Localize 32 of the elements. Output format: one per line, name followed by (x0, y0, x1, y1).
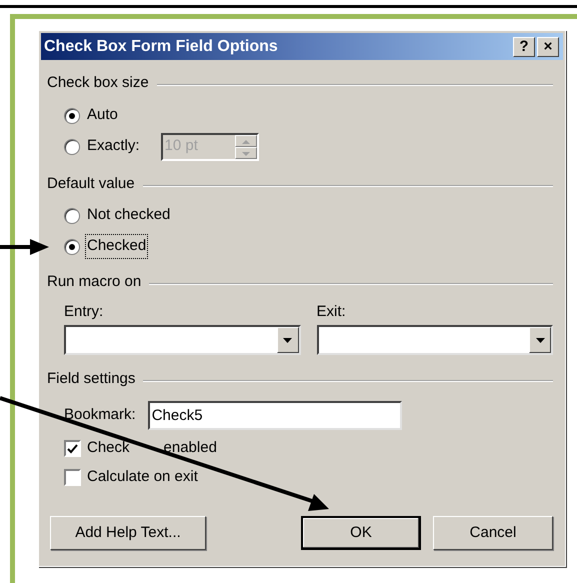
radio-button[interactable] (64, 108, 80, 124)
checkbox[interactable] (64, 469, 81, 486)
group-label: Default value (47, 174, 135, 194)
bookmark-label: Bookmark: (64, 405, 136, 426)
checkmark-icon (67, 444, 78, 454)
group-label: Field settings (47, 368, 136, 389)
dialog-button[interactable]: OK (301, 516, 421, 550)
group-label: Run macro on (47, 272, 142, 292)
radio-button[interactable] (64, 208, 80, 224)
checkbox[interactable] (64, 440, 81, 457)
radio-label: Exactly: (86, 136, 141, 156)
window-title: Check Box Form Field Options (44, 36, 278, 56)
spin-arrows-icon (234, 134, 257, 158)
radio-button[interactable] (64, 138, 80, 154)
checkbox-label: Calculate on exit (87, 467, 198, 488)
close-button[interactable]: × (537, 36, 559, 56)
radio-label: Not checked (86, 205, 172, 226)
exit-label: Exit: (316, 302, 346, 322)
dialog-button[interactable]: Add Help Text... (50, 516, 206, 550)
entry-label: Entry: (64, 302, 104, 322)
group-label: Check box size (47, 72, 149, 93)
radio-label: Checked (86, 235, 148, 258)
help-button[interactable]: ? (513, 36, 535, 56)
annotation-arrow (0, 239, 49, 255)
checkbox-label: enabled (164, 438, 217, 458)
dialog-button[interactable]: Cancel (433, 516, 553, 550)
dropdown-field[interactable] (316, 325, 553, 355)
radio-label: Auto (86, 105, 119, 126)
radio-button[interactable] (64, 238, 80, 254)
checkbox-label: Check (87, 438, 130, 458)
bookmark-field[interactable]: Check5 (148, 401, 402, 430)
dropdown-field[interactable] (64, 325, 300, 355)
